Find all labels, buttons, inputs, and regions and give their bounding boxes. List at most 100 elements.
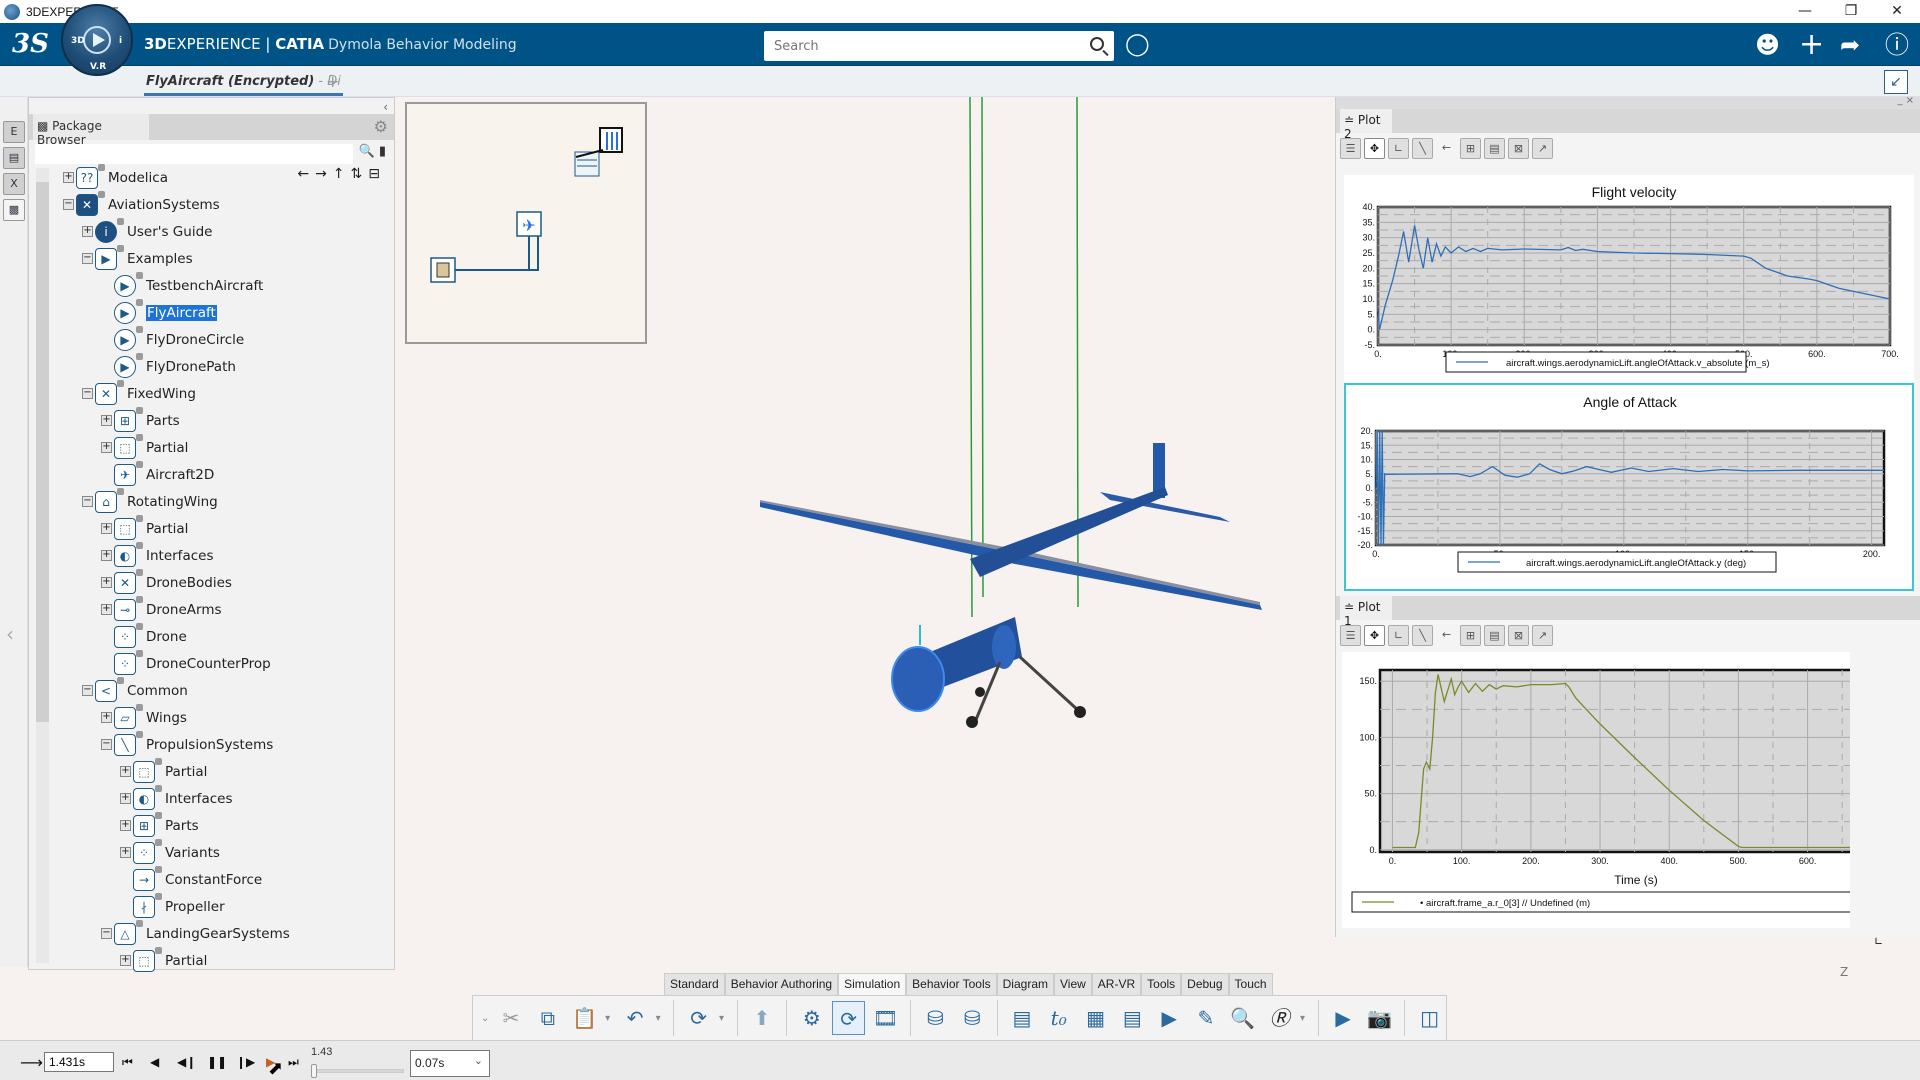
collapse-panel-icon[interactable]: ‹ <box>383 100 388 114</box>
tree-item[interactable]: ⁘ Drone <box>51 622 391 650</box>
expand-node-icon[interactable]: + <box>120 955 131 966</box>
gear-icon[interactable]: ⚙ <box>374 117 388 136</box>
variables-icon[interactable]: X <box>3 173 25 195</box>
delete-diagram-icon[interactable]: ⊠ <box>1508 137 1529 159</box>
tree-item[interactable]: + ▱ Wings <box>51 703 391 731</box>
action-tab-tools[interactable]: Tools <box>1141 973 1182 995</box>
tree-item[interactable]: ⁘ DroneCounterProp <box>51 649 391 677</box>
animation-slider-knob[interactable] <box>311 1064 318 1078</box>
environment-component[interactable] <box>574 149 604 177</box>
library-icon[interactable]: ▤ <box>3 147 25 169</box>
simulate-icon[interactable]: ⟳ <box>832 1001 866 1035</box>
erase-curves-icon[interactable]: ╲ <box>1412 137 1433 159</box>
angle-of-attack-plot[interactable]: Angle of Attack -20. -15. -10. -5. 0. 5. 10. 15.… <box>1344 383 1914 591</box>
model-structure-icon[interactable]: ◫ <box>1413 1001 1446 1035</box>
panel-close-icon[interactable]: _ × <box>1897 95 1914 106</box>
tree-item[interactable]: − ✕ FixedWing <box>51 379 391 407</box>
undo-dropdown-icon[interactable]: ▾ <box>656 1013 666 1024</box>
play-animation-icon[interactable]: ▶ <box>1327 1001 1360 1035</box>
update-icon[interactable]: ⟳ <box>682 1001 715 1035</box>
expand-node-icon[interactable]: + <box>120 847 131 858</box>
tree-item[interactable]: + ⬚ Partial <box>51 433 391 461</box>
collapse-node-icon[interactable]: − <box>82 388 93 399</box>
new-diagram-icon[interactable]: ▤ <box>1484 137 1505 159</box>
tree-item[interactable]: +?? Modelica <box>51 163 391 191</box>
action-tab-ar-vr[interactable]: AR-VR <box>1091 973 1142 995</box>
action-tab-behavior-tools[interactable]: Behavior Tools <box>906 973 997 995</box>
expand-node-icon[interactable]: + <box>120 766 131 777</box>
expand-node-icon[interactable]: + <box>101 577 112 588</box>
pause-icon[interactable]: ❚❚ <box>207 1055 227 1069</box>
tree-item[interactable]: − ▶ Examples <box>51 244 391 272</box>
table-component[interactable] <box>430 236 539 283</box>
plot2-tab[interactable]: ≐ Plot 2 <box>1340 109 1392 141</box>
tree-item[interactable]: + ⊞ Parts <box>51 406 391 434</box>
animation-icon[interactable]: 🎞 <box>869 1001 902 1035</box>
update-dropdown-icon[interactable]: ▾ <box>719 1013 729 1024</box>
tree-item[interactable]: + ⬚ Partial <box>51 757 391 785</box>
aircraft-component[interactable]: ✈ <box>516 211 542 237</box>
reverse-play-icon[interactable]: ◀ <box>150 1055 159 1069</box>
tree-item[interactable]: + ⁘ Variants <box>51 838 391 866</box>
edit-script-icon[interactable]: ✎ <box>1190 1001 1223 1035</box>
tree-item[interactable]: − △ LandingGearSystems <box>51 919 391 947</box>
action-bar-expand-icon[interactable]: ⌄ <box>481 1013 491 1024</box>
package-browser-tab[interactable]: ▩ Package Browser <box>33 114 149 147</box>
erase-curves-icon[interactable]: ╲ <box>1412 624 1433 646</box>
tree-item[interactable]: + i User's Guide <box>51 217 391 245</box>
tree-item[interactable]: − ⌂ RotatingWing <box>51 487 391 515</box>
3d-viewport[interactable] <box>660 96 1330 967</box>
capture-icon[interactable]: 📷 <box>1363 1001 1396 1035</box>
animation-step-select[interactable]: 0.07s ⌄ <box>410 1050 490 1077</box>
tree-item[interactable]: ▶ FlyAircraft <box>51 298 391 326</box>
step-forward-icon[interactable]: ❙▶ <box>236 1055 255 1069</box>
new-tab-button[interactable]: + <box>326 72 339 91</box>
collapse-node-icon[interactable]: − <box>82 496 93 507</box>
axes-icon[interactable]: ∟ <box>1388 624 1409 646</box>
scrollbar-thumb[interactable] <box>36 182 49 722</box>
analyze-icon[interactable]: 🔍 <box>1226 1001 1259 1035</box>
add-icon[interactable]: + <box>1799 30 1824 60</box>
search-box[interactable] <box>764 31 1114 61</box>
plot-expression-icon[interactable]: ↗ <box>1532 624 1553 646</box>
action-tab-debug[interactable]: Debug <box>1181 973 1229 995</box>
fast-forward-icon[interactable]: ⏭ <box>288 1055 299 1070</box>
tree-scrollbar[interactable] <box>36 168 49 963</box>
search-icon[interactable] <box>1090 37 1104 51</box>
linearize-icon[interactable]: Ⓡ <box>1263 1001 1296 1035</box>
tree-item[interactable]: + ◐ Interfaces <box>51 541 391 569</box>
step-back-icon[interactable]: ◀❙ <box>177 1055 196 1069</box>
package-filter-input[interactable] <box>35 144 353 164</box>
tree-item[interactable]: + ⊞ Parts <box>51 811 391 839</box>
minimize-button[interactable]: — <box>1782 0 1828 23</box>
tree-item[interactable]: ▶ TestbenchAircraft <box>51 271 391 299</box>
find-icon[interactable]: 🔍 <box>359 144 375 159</box>
document-tab[interactable]: FlyAircraft (Encrypted) - Di <box>144 70 343 96</box>
simulation-setup-icon[interactable]: ⚙ <box>795 1001 828 1035</box>
tree-item[interactable]: + ⬚ Partial <box>51 946 391 974</box>
package-browser-tab-icon[interactable]: ▩ <box>3 199 25 221</box>
tree-item[interactable]: + ⊸ DroneArms <box>51 595 391 623</box>
sweep-parameters-icon[interactable]: ▦ <box>1079 1001 1112 1035</box>
aircraft-model[interactable] <box>760 443 1262 728</box>
paste-dropdown-icon[interactable]: ▾ <box>605 1013 615 1024</box>
tree-item[interactable]: − ✕ AviationSystems <box>51 190 391 218</box>
action-tab-touch[interactable]: Touch <box>1228 973 1273 995</box>
plot1-tab[interactable]: ≐ Plot 1 <box>1340 596 1392 628</box>
chevron-down-icon[interactable]: ⌄ <box>474 1054 483 1067</box>
action-tab-standard[interactable]: Standard <box>664 973 725 995</box>
tree-item[interactable]: ▶ FlyDroneCircle <box>51 325 391 353</box>
paste-icon[interactable]: 📋 <box>568 1001 601 1035</box>
collapse-view-icon[interactable]: ↙ <box>1884 70 1908 94</box>
tree-item[interactable]: ▶ FlyDronePath <box>51 352 391 380</box>
initial-values-icon[interactable]: t₀ <box>1042 1001 1075 1035</box>
share-icon[interactable]: ➦ <box>1840 31 1860 59</box>
tree-item[interactable]: − ╲ PropulsionSystems <box>51 730 391 758</box>
world-component[interactable] <box>599 127 623 153</box>
expand-node-icon[interactable]: + <box>101 415 112 426</box>
pan-icon[interactable]: ✥ <box>1364 137 1385 159</box>
action-tab-view[interactable]: View <box>1054 973 1092 995</box>
tag-icon[interactable]: ◯ <box>1125 32 1150 57</box>
help-icon[interactable]: ⓘ <box>1885 31 1909 59</box>
tree-item[interactable]: + ⬚ Partial <box>51 514 391 542</box>
